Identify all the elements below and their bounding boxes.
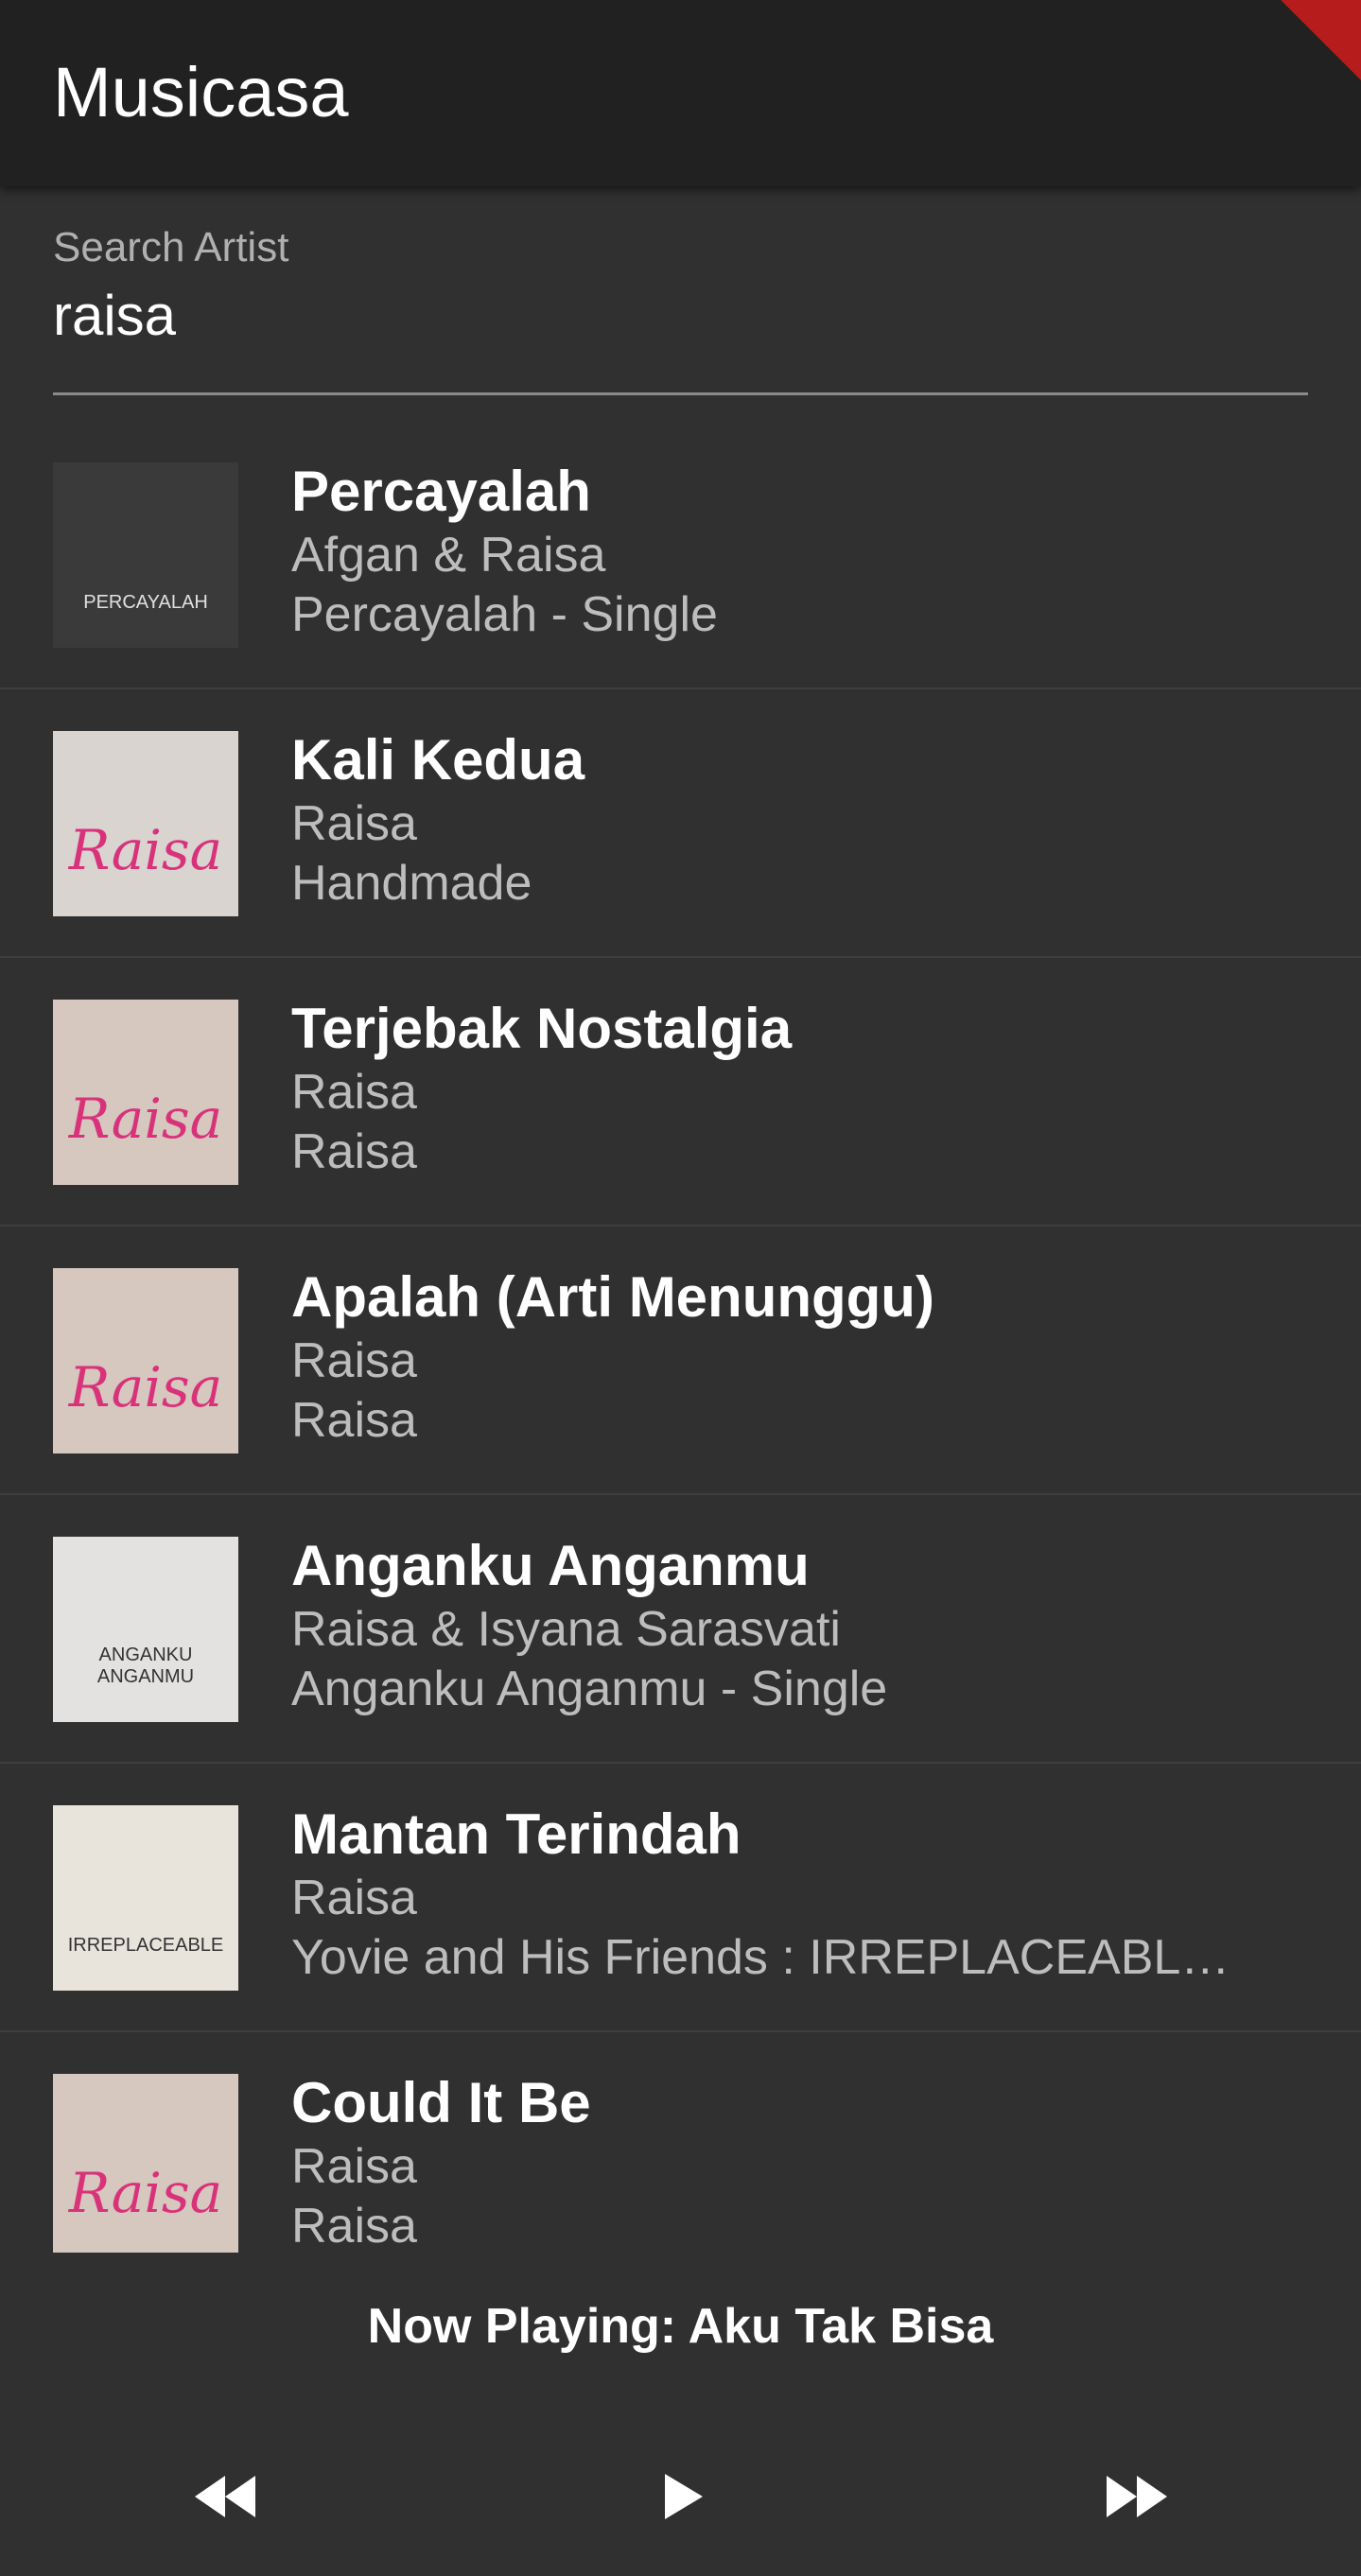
album-cover: Raisa bbox=[53, 731, 238, 916]
play-button[interactable] bbox=[618, 2421, 750, 2572]
album-cover: Raisa bbox=[53, 1000, 238, 1185]
song-row[interactable]: Raisa Apalah (Arti Menunggu) Raisa Raisa bbox=[0, 1227, 1361, 1495]
fast-forward-icon bbox=[1107, 2476, 1167, 2517]
now-playing-label: Now Playing: Aku Tak Bisa bbox=[367, 2299, 994, 2354]
song-list[interactable]: PERCAYALAH Percayalah Afgan & Raisa Perc… bbox=[0, 421, 1361, 2253]
album-cover-text: PERCAYALAH bbox=[83, 592, 208, 613]
song-row[interactable]: Raisa Kali Kedua Raisa Handmade bbox=[0, 689, 1361, 958]
song-artist: Raisa bbox=[291, 1333, 417, 1388]
song-album: Anganku Anganmu - Single bbox=[291, 1662, 888, 1716]
search-field[interactable]: Search Artist bbox=[53, 186, 1308, 396]
play-arrow-icon bbox=[665, 2474, 703, 2519]
song-artist: Raisa bbox=[291, 2139, 417, 2194]
song-row[interactable]: PERCAYALAH Percayalah Afgan & Raisa Perc… bbox=[0, 421, 1361, 689]
search-underline bbox=[53, 392, 1308, 395]
album-cover-text: Raisa bbox=[68, 2161, 223, 2225]
song-album: Raisa bbox=[291, 1124, 417, 1179]
song-row[interactable]: IRREPLACEABLE Mantan Terindah Raisa Yovi… bbox=[0, 1764, 1361, 2032]
next-button[interactable] bbox=[1071, 2421, 1203, 2572]
debug-banner bbox=[1281, 0, 1361, 80]
search-input[interactable] bbox=[53, 277, 1308, 353]
song-title: Could It Be bbox=[291, 2071, 591, 2134]
song-title: Anganku Anganmu bbox=[291, 1534, 810, 1597]
song-artist: Raisa bbox=[291, 1871, 417, 1925]
app-bar: Musicasa bbox=[0, 0, 1361, 186]
song-title: Terjebak Nostalgia bbox=[291, 997, 793, 1060]
previous-button[interactable] bbox=[159, 2421, 291, 2572]
song-artist: Raisa bbox=[291, 796, 417, 851]
song-row[interactable]: ANGANKU ANGANMU Anganku Anganmu Raisa & … bbox=[0, 1495, 1361, 1764]
album-cover: Raisa bbox=[53, 1268, 238, 1453]
player-controls bbox=[0, 2421, 1361, 2572]
song-album: Yovie and His Friends : IRREPLACEABLE ..… bbox=[291, 1930, 1256, 1985]
search-label: Search Artist bbox=[53, 224, 289, 270]
song-artist: Raisa & Isyana Sarasvati bbox=[291, 1602, 841, 1657]
app-title: Musicasa bbox=[53, 53, 349, 131]
album-cover: PERCAYALAH bbox=[53, 462, 238, 648]
song-album: Handmade bbox=[291, 856, 532, 911]
song-title: Mantan Terindah bbox=[291, 1802, 742, 1866]
song-title: Kali Kedua bbox=[291, 728, 585, 792]
song-row[interactable]: Raisa Terjebak Nostalgia Raisa Raisa bbox=[0, 958, 1361, 1227]
album-cover-text: Raisa bbox=[68, 1087, 223, 1151]
song-artist: Afgan & Raisa bbox=[291, 528, 606, 583]
album-cover: Raisa bbox=[53, 2074, 238, 2253]
song-artist: Raisa bbox=[291, 1065, 417, 1120]
song-album: Raisa bbox=[291, 2199, 417, 2253]
album-cover-text: Raisa bbox=[68, 1355, 223, 1419]
song-album: Percayalah - Single bbox=[291, 587, 718, 642]
fast-rewind-icon bbox=[195, 2476, 255, 2517]
song-title: Apalah (Arti Menunggu) bbox=[291, 1265, 934, 1329]
album-cover: IRREPLACEABLE bbox=[53, 1805, 238, 1991]
album-cover: ANGANKU ANGANMU bbox=[53, 1537, 238, 1722]
song-title: Percayalah bbox=[291, 460, 591, 523]
song-row[interactable]: Raisa Could It Be Raisa Raisa bbox=[0, 2032, 1361, 2253]
album-cover-text: ANGANKU ANGANMU bbox=[96, 1645, 195, 1687]
song-album: Raisa bbox=[291, 1393, 417, 1448]
album-cover-text: Raisa bbox=[68, 818, 223, 882]
album-cover-text: IRREPLACEABLE bbox=[67, 1935, 224, 1956]
